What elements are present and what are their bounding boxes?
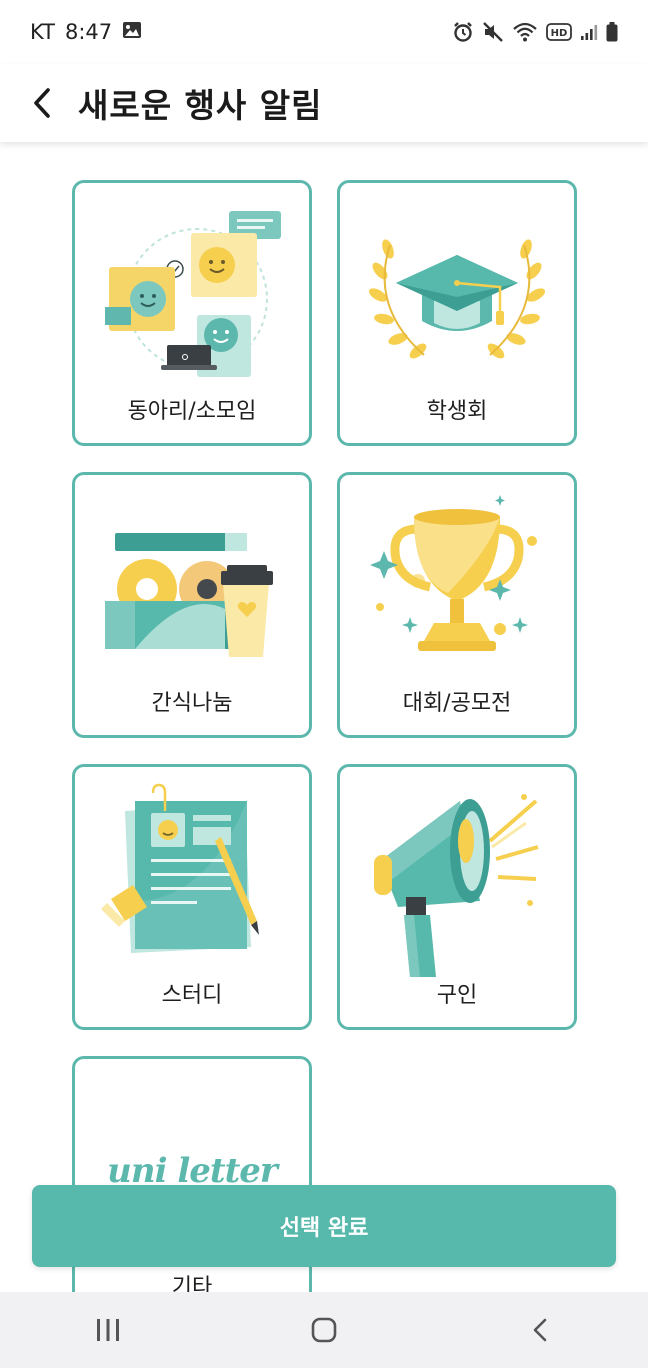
category-label: 학생회 — [426, 399, 488, 424]
trophy-icon — [370, 495, 537, 651]
hd-icon: HD — [546, 23, 572, 41]
chevron-left-icon — [34, 88, 50, 118]
category-card-snack[interactable]: 간식나눔 — [72, 472, 312, 738]
status-left: KT 8:47 — [30, 20, 142, 44]
category-label: 간식나눔 — [151, 691, 233, 716]
hd-icon-label: HD — [551, 28, 568, 39]
home-button[interactable] — [264, 1292, 384, 1368]
category-grid: 동아리/소모임 학생회 간식나눔 대회/공모전 스터디 구인 uni lette… — [0, 142, 648, 1292]
back-button[interactable] — [0, 64, 84, 142]
category-label: 대회/공모전 — [402, 691, 512, 716]
category-card-club[interactable]: 동아리/소모임 — [72, 180, 312, 446]
signal-icon — [580, 23, 598, 41]
system-nav-bar — [0, 1292, 648, 1368]
graduation-cap-icon — [368, 239, 546, 359]
time-label: 8:47 — [64, 20, 113, 44]
category-label: 동아리/소모임 — [127, 399, 257, 424]
carrier-label: KT — [30, 20, 55, 44]
app-header: 새로운 행사 알림 — [0, 64, 648, 142]
category-label: 구인 — [436, 983, 478, 1008]
recents-icon — [97, 1319, 119, 1341]
category-label: 기타 — [171, 1275, 213, 1292]
category-card-competition[interactable]: 대회/공모전 — [337, 472, 577, 738]
recents-button[interactable] — [48, 1292, 168, 1368]
page-title: 새로운 행사 알림 — [78, 86, 323, 125]
battery-icon — [606, 22, 618, 42]
category-card-recruiting[interactable]: 구인 — [337, 764, 577, 1030]
category-label: 스터디 — [161, 983, 223, 1008]
study-papers-icon — [101, 783, 259, 953]
status-bar: KT 8:47 HD — [0, 0, 648, 64]
category-card-study[interactable]: 스터디 — [72, 764, 312, 1030]
megaphone-icon — [374, 794, 539, 977]
back-icon — [533, 1318, 547, 1342]
gallery-icon — [122, 20, 142, 44]
system-back-button[interactable] — [480, 1292, 600, 1368]
club-chat-icon — [105, 211, 281, 377]
confirm-selection-button[interactable]: 선택 완료 — [32, 1185, 616, 1267]
snack-box-icon — [105, 533, 273, 657]
mute-icon — [482, 21, 504, 43]
wifi-icon — [512, 21, 538, 43]
category-card-student-council[interactable]: 학생회 — [337, 180, 577, 446]
alarm-icon — [452, 21, 474, 43]
status-right: HD — [452, 21, 618, 43]
home-icon — [311, 1317, 337, 1343]
